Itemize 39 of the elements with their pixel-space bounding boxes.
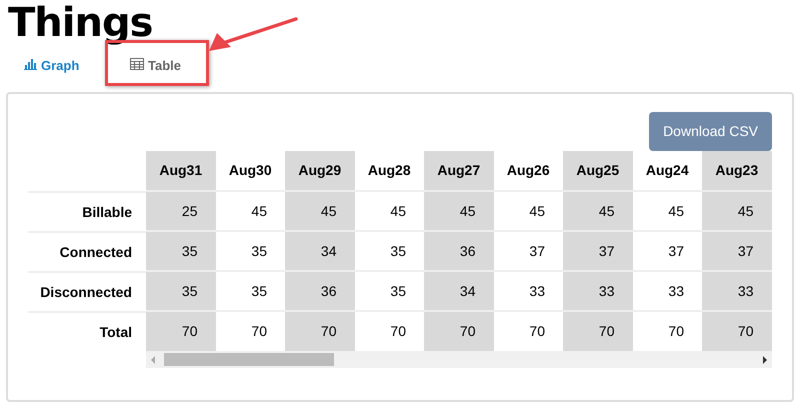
column-header: Aug31 [146, 151, 216, 191]
table-cell: 37 [702, 231, 772, 271]
table-cell: 34 [424, 271, 494, 311]
table-cell: 70 [702, 311, 772, 351]
table-cell: 70 [563, 311, 632, 351]
page-title: Things [8, 0, 152, 46]
table-cell: 70 [285, 311, 354, 351]
table-icon [130, 58, 144, 70]
scroll-right-icon[interactable] [762, 356, 768, 364]
column-header: Aug25 [563, 151, 632, 191]
download-csv-button[interactable]: Download CSV [649, 112, 772, 151]
column-header: Aug30 [216, 151, 285, 191]
table-cell: 35 [146, 231, 216, 271]
column-header: Aug29 [285, 151, 354, 191]
table-cell: 70 [424, 311, 494, 351]
table-cell: 25 [146, 191, 216, 231]
table-cell: 34 [285, 231, 354, 271]
column-header: Aug26 [494, 151, 563, 191]
table-cell: 45 [702, 191, 772, 231]
table-cell: 35 [146, 271, 216, 311]
table-cell: 33 [702, 271, 772, 311]
table-cell: 37 [563, 231, 632, 271]
horizontal-scrollbar[interactable] [146, 351, 772, 368]
table-cell: 45 [424, 191, 494, 231]
table-cell: 36 [424, 231, 494, 271]
tab[interactable]: Table [129, 46, 181, 80]
table-cell: 70 [146, 311, 216, 351]
tab[interactable]: Graph [24, 46, 129, 80]
column-header: Aug24 [632, 151, 702, 191]
table-cell: 45 [285, 191, 354, 231]
column-header: Aug23 [702, 151, 772, 191]
table-cell: 36 [285, 271, 354, 311]
bar-chart-icon [24, 58, 37, 70]
column-header: Aug28 [354, 151, 424, 191]
scrollbar-thumb[interactable] [164, 353, 334, 366]
scroll-left-icon[interactable] [150, 356, 156, 364]
column-header: Aug27 [424, 151, 494, 191]
table-cell: 33 [563, 271, 632, 311]
table-cell: 45 [563, 191, 632, 231]
